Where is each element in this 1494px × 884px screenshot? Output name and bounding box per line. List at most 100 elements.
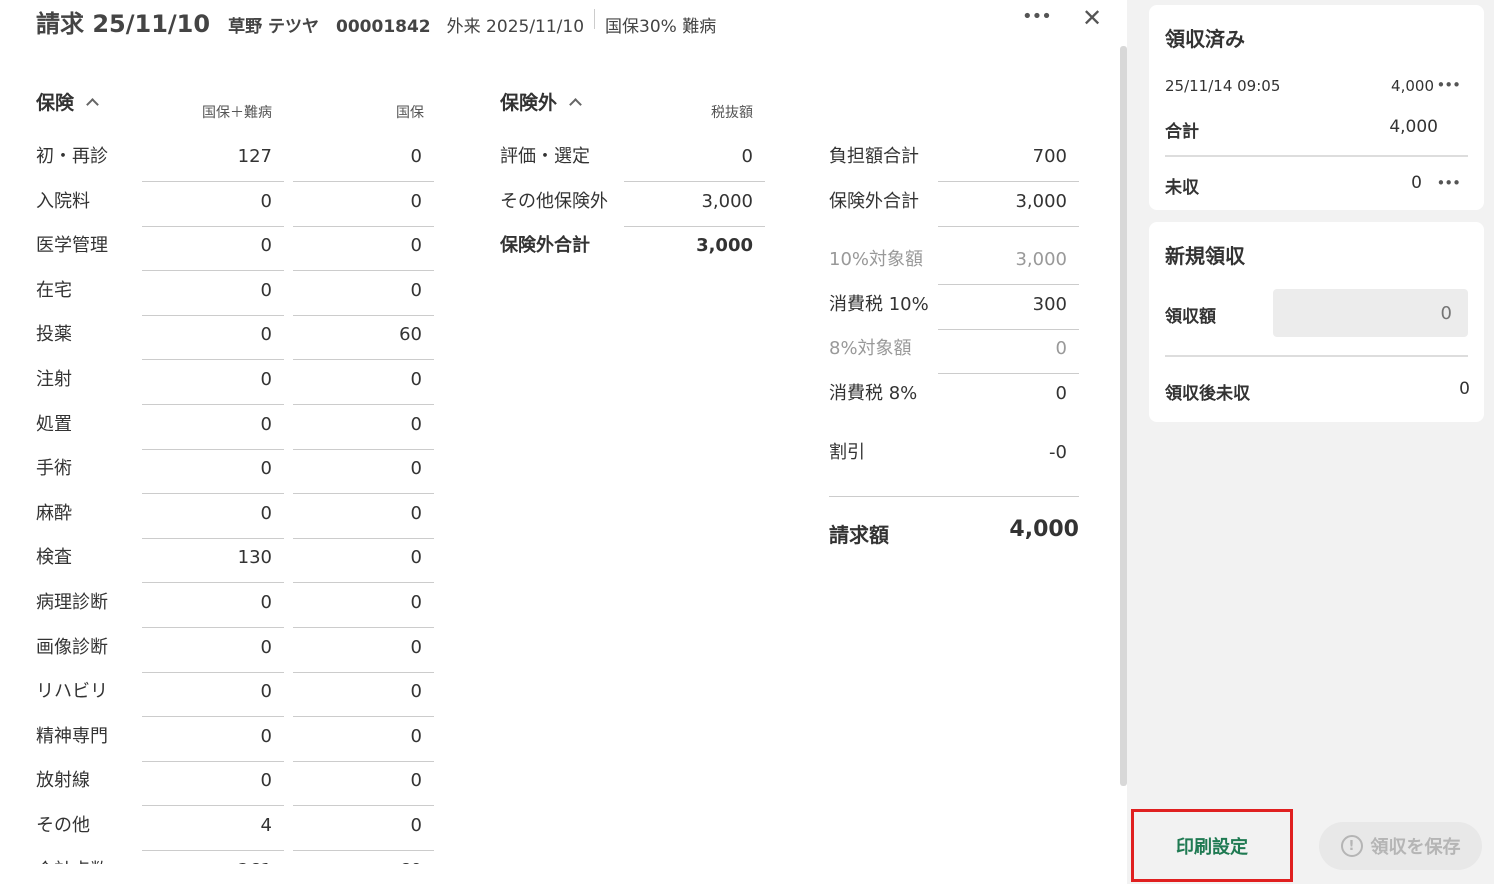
received-card: 領収済み 25/11/14 09:05 4,000 ••• 合計 4,000 未…	[1149, 5, 1484, 210]
row-value-kokuho-nanbyo: 130	[142, 547, 284, 584]
table-row: 評価・選定 0	[500, 138, 765, 183]
row-value-kokuho: 0	[293, 369, 434, 405]
row-value: 300	[938, 294, 1079, 330]
row-value: 0	[938, 338, 1079, 375]
receipt-amount-label: 領収額	[1165, 307, 1216, 327]
patient-info: 草野 テツヤ 00001842	[228, 17, 431, 37]
non-insurance-table: 評価・選定 0 その他保険外 3,000 保険外合計 3,000	[500, 138, 765, 272]
row-label: 手術	[36, 458, 72, 480]
row-value: 0	[1055, 382, 1067, 404]
insurance-col-header-2: 国保	[396, 105, 424, 121]
unpaid-row: 未収 0	[1165, 173, 1468, 198]
after-receipt-row: 領収後未収 0	[1165, 379, 1470, 404]
insurance-info: 国保30% 難病	[605, 17, 717, 37]
row-value-kokuho-nanbyo: 127	[142, 146, 284, 182]
row-value-kokuho: 0	[293, 770, 434, 807]
row-label: リハビリ	[36, 681, 108, 703]
row-label: 注射	[36, 368, 72, 390]
row-label: 投薬	[36, 324, 72, 346]
row-value: 0	[624, 146, 765, 182]
receipt-amount-input[interactable]	[1273, 289, 1468, 337]
row-value-kokuho: 0	[293, 547, 434, 584]
row-value-kokuho-nanbyo: 0	[142, 458, 284, 495]
insurance-section-title: 保険	[36, 92, 75, 114]
row-value-kokuho-nanbyo: 0	[142, 191, 284, 227]
table-row: 検査 130 0	[36, 539, 436, 584]
row-value-kokuho-nanbyo: 0	[142, 324, 284, 361]
row-label: 病理診断	[36, 591, 108, 613]
table-row: 医学管理 0 0	[36, 227, 436, 272]
summary-row-discount: 割引 -0	[829, 434, 1079, 479]
non-insurance-section-title: 保険外	[500, 92, 558, 114]
summary-row-tax-8: 消費税 8% 0	[829, 375, 1079, 420]
row-label: 8%対象額	[829, 338, 912, 360]
row-label: 割引	[829, 441, 865, 463]
close-icon[interactable]: ✕	[1082, 4, 1102, 32]
row-value-kokuho: 0	[293, 235, 434, 272]
row-label: 初・再診	[36, 146, 108, 167]
row-label: 入院料	[36, 190, 90, 212]
row-label: 処置	[36, 413, 72, 435]
unpaid-label: 未収	[1165, 178, 1199, 198]
row-label: 検査	[36, 547, 72, 569]
insurance-section-header: 保険	[36, 88, 99, 115]
more-horizontal-icon[interactable]: •••	[1436, 76, 1461, 94]
row-value-kokuho: 0	[293, 815, 434, 851]
chevron-up-icon[interactable]	[86, 98, 99, 111]
chevron-up-icon[interactable]	[569, 98, 582, 111]
header-divider	[594, 9, 596, 29]
row-label: 在宅	[36, 279, 72, 301]
row-value: 3,000	[938, 249, 1079, 286]
print-settings-button[interactable]: 印刷設定	[1131, 809, 1293, 882]
row-label: その他保険外	[500, 190, 608, 212]
header-bar: 請求 25/11/10 草野 テツヤ 00001842 外来 2025/11/1…	[36, 4, 717, 38]
summary-row-burden: 負担額合計 700	[829, 138, 1079, 183]
row-label: 保険外合計	[500, 235, 590, 257]
summary-row-taxable-8: 8%対象額 0	[829, 330, 1079, 375]
table-row: 投薬 0 60	[36, 316, 436, 361]
row-value-kokuho-nanbyo: 261	[142, 860, 284, 865]
table-row: リハビリ 0 0	[36, 673, 436, 718]
row-value-kokuho: 0	[293, 280, 434, 316]
save-receipt-label: 領収を保存	[1370, 837, 1461, 858]
row-value-kokuho-nanbyo: 0	[142, 592, 284, 628]
billing-summary: 負担額合計 700 保険外合計 3,000 10%対象額 3,000 消費税 1…	[829, 138, 1079, 569]
more-horizontal-icon[interactable]: •••	[1436, 174, 1461, 192]
summary-row-taxable-10: 10%対象額 3,000	[829, 241, 1079, 286]
row-value-kokuho-nanbyo: 0	[142, 503, 284, 539]
new-receipt-card: 新規領収 領収額 領収後未収 0	[1149, 222, 1484, 422]
row-value-kokuho-nanbyo: 4	[142, 815, 284, 851]
row-value: 3,000	[938, 191, 1079, 227]
more-horizontal-icon[interactable]: •••	[1022, 6, 1052, 27]
row-label: 合計点数	[36, 856, 108, 865]
row-value-kokuho: 0	[293, 146, 434, 182]
row-value-kokuho-nanbyo: 0	[142, 681, 284, 718]
received-entry-amount: 4,000	[1391, 77, 1434, 95]
row-value-kokuho: 0	[293, 458, 434, 495]
table-row-total: 保険外合計 3,000	[500, 227, 765, 272]
new-receipt-title: 新規領収	[1165, 244, 1245, 268]
row-label: その他	[36, 814, 90, 836]
scrollbar[interactable]	[1120, 46, 1127, 786]
row-value-kokuho: 0	[293, 592, 434, 628]
row-value-kokuho: 0	[293, 414, 434, 450]
row-value-kokuho: 0	[293, 191, 434, 227]
row-value: -0	[1049, 441, 1067, 463]
after-receipt-label: 領収後未収	[1165, 384, 1250, 404]
table-row: 手術 0 0	[36, 450, 436, 495]
table-row: 画像診断 0 0	[36, 629, 436, 674]
after-receipt-value: 0	[1459, 379, 1470, 399]
row-value-kokuho: 60	[293, 324, 434, 361]
table-row: 処置 0 0	[36, 406, 436, 451]
row-value-kokuho-nanbyo: 0	[142, 637, 284, 673]
table-row: 入院料 0 0	[36, 183, 436, 228]
received-entry-row: 25/11/14 09:05 4,000	[1165, 77, 1468, 97]
divider	[1165, 355, 1468, 357]
received-entry-date: 25/11/14 09:05	[1165, 77, 1281, 95]
insurance-col-header-1: 国保＋難病	[202, 105, 272, 121]
row-value: 700	[938, 146, 1079, 182]
received-title: 領収済み	[1165, 27, 1245, 51]
received-total-row: 合計 4,000	[1165, 117, 1468, 142]
row-label: 負担額合計	[829, 146, 919, 167]
save-receipt-button[interactable]: ! 領収を保存	[1319, 822, 1482, 870]
